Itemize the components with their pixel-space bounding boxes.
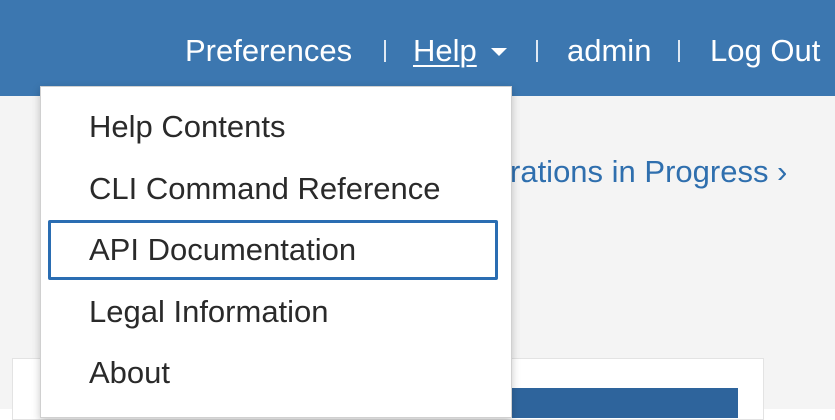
help-dropdown-menu: Help Contents CLI Command Reference API … [40, 86, 512, 418]
nav-user-admin[interactable]: admin [567, 26, 651, 76]
menu-item-about[interactable]: About [89, 351, 170, 395]
content-blue-bar [500, 388, 738, 418]
operations-in-progress-link[interactable]: rations in Progress › [510, 150, 787, 194]
nav-logout-link[interactable]: Log Out [710, 26, 820, 76]
menu-item-legal-information[interactable]: Legal Information [89, 290, 329, 334]
nav-help-link[interactable]: Help [413, 26, 477, 76]
nav-separator [384, 40, 386, 62]
top-bar: Preferences Help admin Log Out [0, 0, 835, 96]
nav-preferences-link[interactable]: Preferences [185, 26, 352, 76]
nav-separator [536, 40, 538, 62]
nav-separator [678, 40, 680, 62]
caret-down-icon[interactable] [491, 48, 507, 56]
menu-item-api-documentation[interactable]: API Documentation [89, 228, 356, 272]
header-nav: Preferences Help admin Log Out [0, 26, 835, 76]
menu-item-help-contents[interactable]: Help Contents [89, 105, 285, 149]
menu-item-cli-command-reference[interactable]: CLI Command Reference [89, 167, 441, 211]
